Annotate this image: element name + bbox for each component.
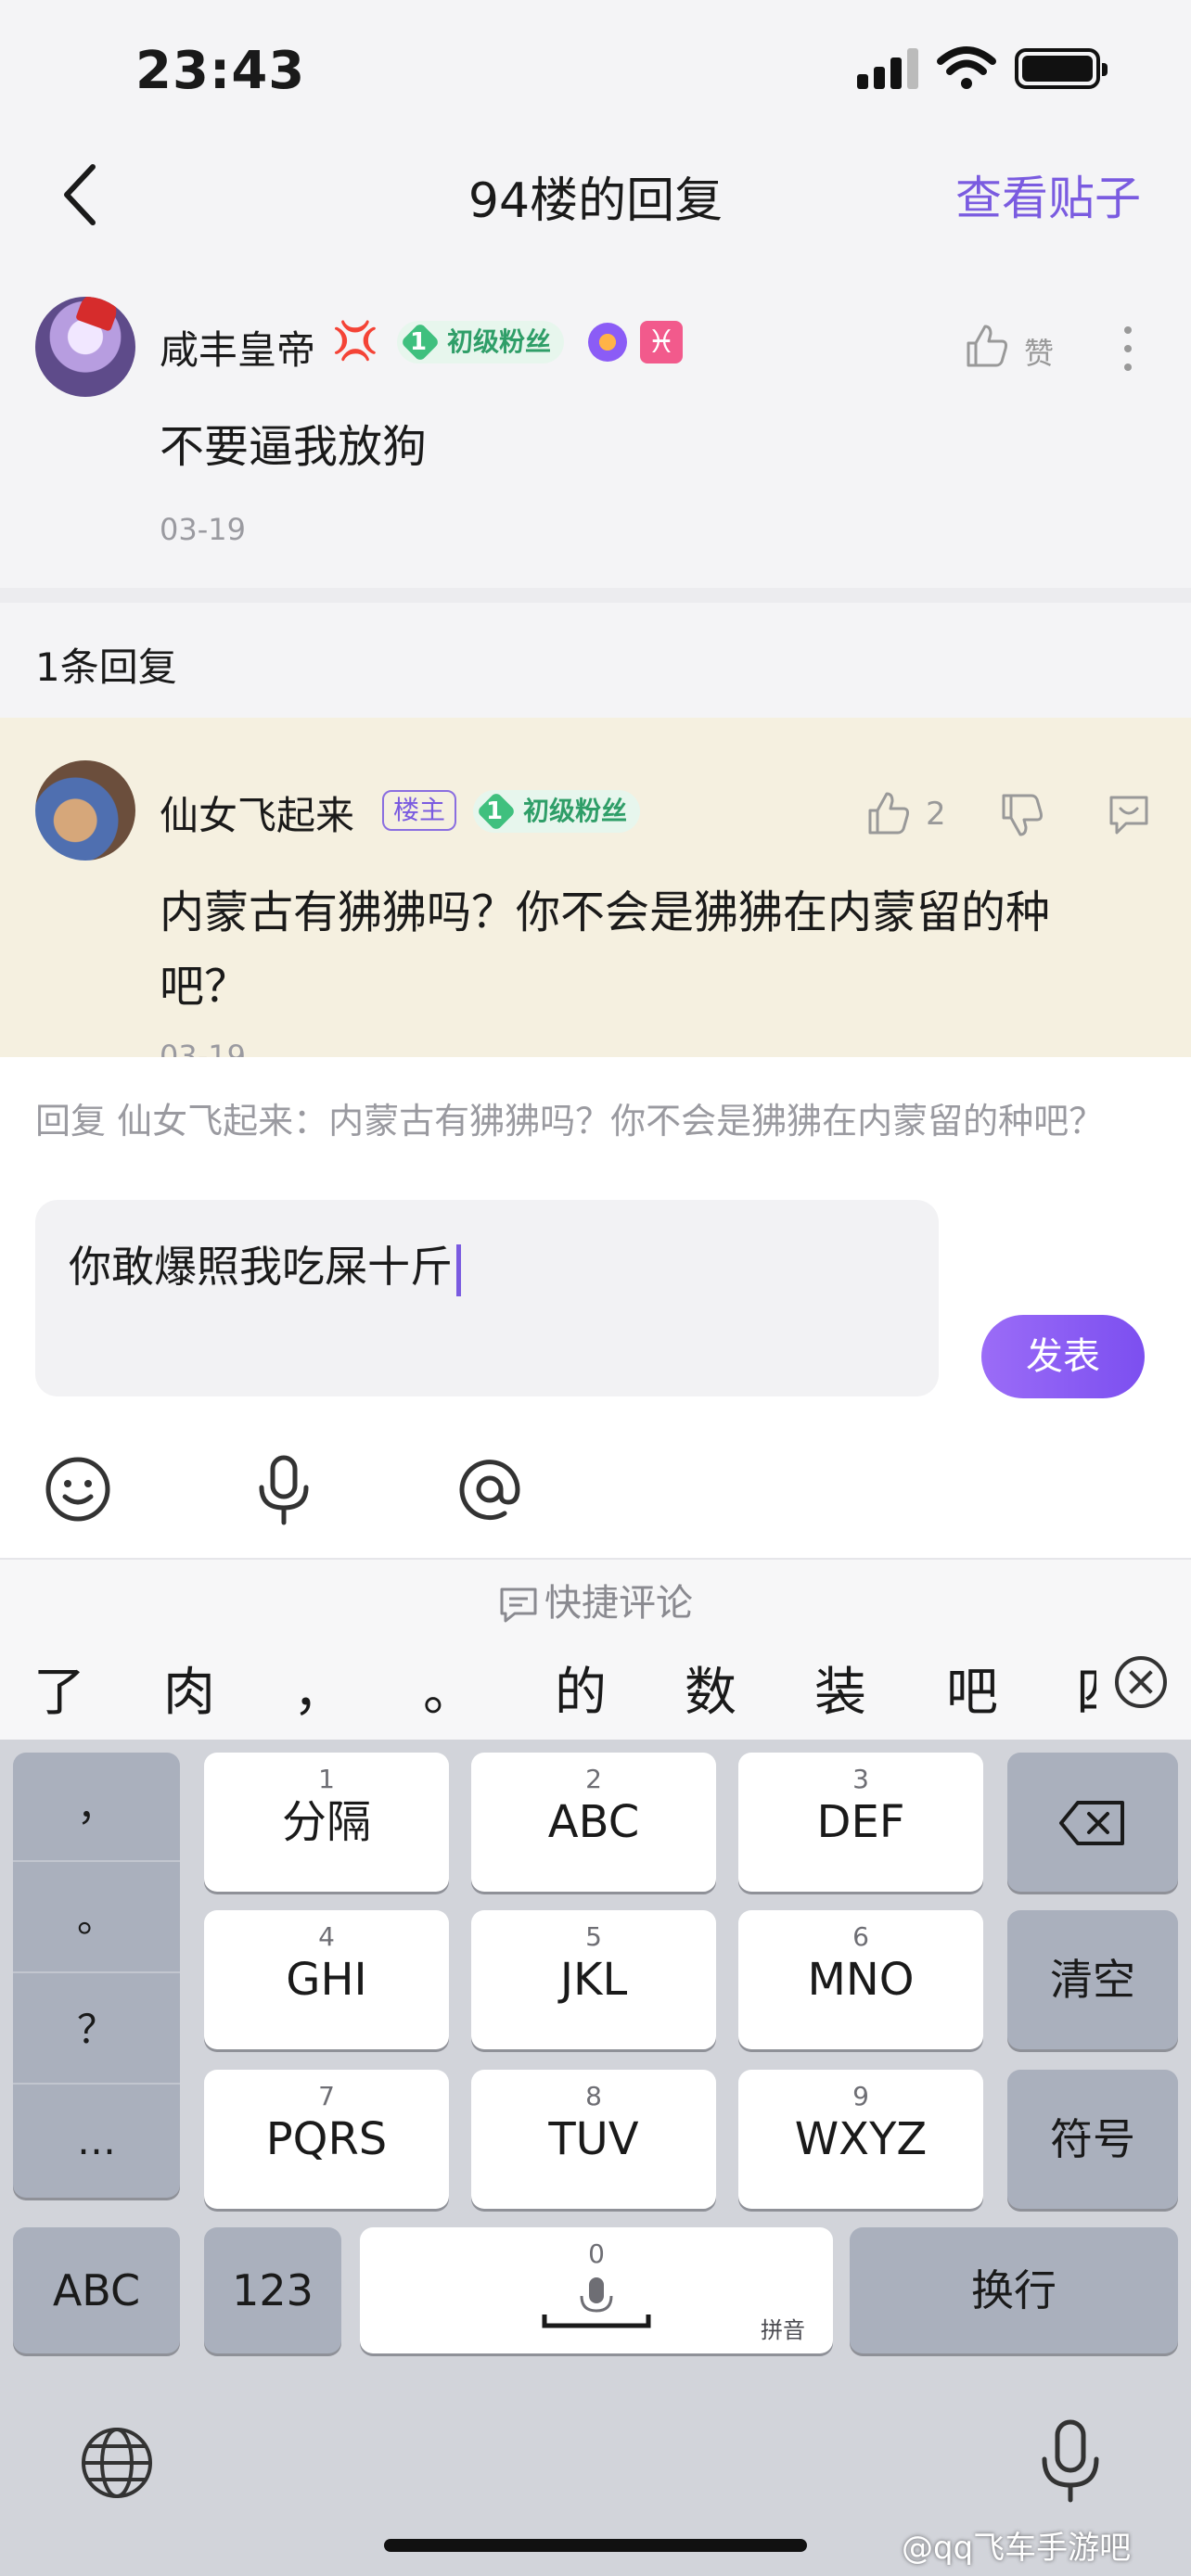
text-caret: [456, 1243, 461, 1296]
candidate-word[interactable]: 了: [33, 1651, 85, 1726]
reply-input-value[interactable]: 你敢爆照我吃屎十斤: [69, 1242, 453, 1292]
divider: [0, 588, 1191, 603]
like-label[interactable]: 赞: [1024, 330, 1054, 373]
clear-key[interactable]: 清空: [1007, 1910, 1178, 2049]
reply-item[interactable]: 仙女飞起来 楼主 1 初级粉丝 2 内蒙古有狒狒吗？你不会是狒狒在内蒙留的种 吧…: [0, 718, 1191, 1057]
medal-icon: [588, 323, 627, 362]
quick-comment-icon: [500, 1588, 537, 1623]
backspace-key[interactable]: [1007, 1753, 1178, 1892]
emoji-icon[interactable]: [39, 1450, 117, 1528]
space-mic-icon: [542, 2277, 651, 2328]
reply-content-line2: 吧？: [160, 961, 250, 1013]
quick-comment-label[interactable]: 快捷评论: [544, 1582, 693, 1625]
more-icon[interactable]: [1124, 326, 1133, 382]
candidate-word[interactable]: 数: [685, 1651, 736, 1726]
fan-level-badge: 1 初级粉丝: [473, 790, 641, 833]
like-count: 2: [926, 796, 946, 833]
backspace-icon: [1059, 1801, 1124, 1845]
watermark: @qq飞车手游吧: [902, 2530, 1132, 2567]
username[interactable]: 咸丰皇帝: [160, 319, 315, 376]
reply-username[interactable]: 仙女飞起来: [160, 784, 354, 841]
reply-composer: 回复 仙女飞起来：内蒙古有狒狒吗？你不会是狒狒在内蒙留的种吧？ 你敢爆照我吃屎十…: [0, 1057, 1191, 1558]
close-candidates-icon[interactable]: [1115, 1656, 1167, 1708]
battery-icon: [1015, 48, 1108, 89]
key-4[interactable]: 4 GHI: [204, 1910, 449, 2049]
globe-icon[interactable]: [78, 2424, 156, 2502]
owner-tag: 楼主: [382, 790, 457, 831]
punct-key[interactable]: …: [13, 2086, 180, 2196]
at-mention-icon[interactable]: [451, 1450, 529, 1528]
key-3[interactable]: 3 DEF: [738, 1753, 983, 1892]
enter-key[interactable]: 换行: [850, 2227, 1178, 2353]
nav-bar: 94楼的回复 查看贴子: [0, 139, 1191, 250]
cellular-signal-icon: [857, 48, 920, 89]
thumbs-down-icon[interactable]: [1000, 792, 1044, 838]
key-1[interactable]: 1 分隔: [204, 1753, 449, 1892]
candidate-word[interactable]: 四: [1076, 1651, 1096, 1726]
reply-input[interactable]: 你敢爆照我吃屎十斤: [35, 1200, 939, 1396]
abc-key[interactable]: ABC: [13, 2227, 180, 2353]
floor-post: 咸丰皇帝 💢 1 初级粉丝 ♓ 赞 不要逼我放狗 03-19: [0, 269, 1191, 584]
key-2[interactable]: 2 ABC: [471, 1753, 716, 1892]
avatar[interactable]: [35, 760, 135, 861]
fan-level-badge: 1 初级粉丝: [397, 321, 565, 363]
candidate-word[interactable]: 吧: [946, 1651, 998, 1726]
zodiac-badge-icon: ♓: [640, 321, 683, 363]
punctuation-column[interactable]: ， 。 ？ …: [13, 1753, 180, 2198]
publish-button[interactable]: 发表: [981, 1315, 1145, 1398]
thumbs-up-icon[interactable]: [965, 323, 1009, 369]
view-post-link[interactable]: 查看贴子: [955, 161, 1141, 228]
space-key[interactable]: 0 拼音: [360, 2227, 833, 2353]
candidate-word[interactable]: 肉: [163, 1651, 215, 1726]
anger-icon: 💢: [332, 320, 378, 363]
microphone-icon[interactable]: [245, 1450, 323, 1528]
reply-count: 1条回复: [35, 644, 177, 690]
number-key[interactable]: 123: [204, 2227, 341, 2353]
punct-key[interactable]: 。: [13, 1864, 180, 1973]
home-indicator: [384, 2539, 807, 2552]
key-8[interactable]: 8 TUV: [471, 2070, 716, 2209]
punct-key[interactable]: ，: [13, 1753, 180, 1862]
key-6[interactable]: 6 MNO: [738, 1910, 983, 2049]
reply-hint: 回复 仙女飞起来：内蒙古有狒狒吗？你不会是狒狒在内蒙留的种吧？: [35, 1101, 1105, 1141]
post-date: 03-19: [160, 512, 246, 547]
candidate-word[interactable]: 装: [814, 1651, 866, 1726]
keyboard: ， 。 ？ … 1 分隔 2 ABC 3 DEF 4 GHI 5 JKL 6 MNO 清空 …: [0, 1740, 1191, 2576]
candidate-word[interactable]: 。: [423, 1651, 475, 1726]
reply-date: 03-19: [160, 1039, 246, 1057]
candidate-word[interactable]: ，: [293, 1651, 345, 1726]
status-time: 23:43: [135, 41, 306, 101]
avatar[interactable]: [35, 297, 135, 397]
quick-comment-bar[interactable]: 快捷评论: [0, 1558, 1191, 1632]
status-bar: 23:43: [0, 0, 1191, 139]
dictation-mic-icon[interactable]: [1033, 2417, 1108, 2506]
candidate-word[interactable]: 的: [555, 1651, 607, 1726]
post-content: 不要逼我放狗: [160, 421, 428, 473]
pinyin-label: 拼音: [761, 2317, 805, 2343]
reply-content-line1: 内蒙古有狒狒吗？你不会是狒狒在内蒙留的种: [160, 886, 1051, 938]
candidate-bar: 了 肉 ， 。 的 数 装 吧 四: [0, 1632, 1191, 1740]
comment-icon[interactable]: [1106, 792, 1152, 836]
reply-count-bar: 1条回复: [0, 603, 1191, 718]
punct-key[interactable]: ？: [13, 1975, 180, 2085]
thumbs-up-icon[interactable]: [866, 790, 911, 836]
wifi-icon: [937, 46, 996, 89]
key-9[interactable]: 9 WXYZ: [738, 2070, 983, 2209]
key-7[interactable]: 7 PQRS: [204, 2070, 449, 2209]
key-5[interactable]: 5 JKL: [471, 1910, 716, 2049]
symbols-key[interactable]: 符号: [1007, 2070, 1178, 2209]
